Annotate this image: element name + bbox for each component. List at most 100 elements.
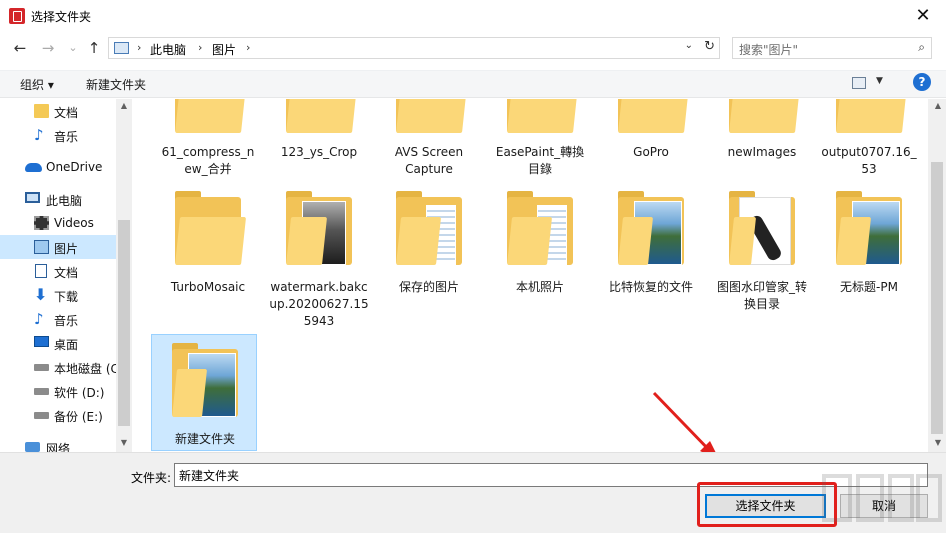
- breadcrumb-separator-icon: ›: [137, 41, 142, 54]
- sidebar-item-label: 本地磁盘 (C: [54, 362, 119, 376]
- sidebar-item-music[interactable]: ♪ 音乐: [0, 123, 116, 147]
- title-bar: 选择文件夹 ✕: [0, 0, 946, 32]
- sidebar-scroll-up-icon[interactable]: ▲: [116, 101, 132, 110]
- sidebar-item-drive-c[interactable]: 本地磁盘 (C: [0, 355, 119, 379]
- sidebar-item-desktop[interactable]: 桌面: [0, 331, 116, 355]
- app-icon: [9, 8, 25, 24]
- folder-tutu-watermark[interactable]: 图图水印管家_转 换目录: [709, 191, 815, 321]
- folder-icon: [725, 191, 799, 267]
- sidebar-item-label: OneDrive: [46, 160, 103, 174]
- folder-icon: [34, 104, 49, 118]
- file-name-line: 比特恢复的文件: [608, 280, 693, 294]
- folder-bit-recovered[interactable]: 比特恢复的文件: [598, 191, 704, 321]
- sidebar-item-drive-e[interactable]: 备份 (E:): [0, 403, 116, 427]
- folder-icon: [503, 99, 579, 135]
- folder-gopro[interactable]: GoPro: [598, 99, 704, 181]
- address-dropdown-icon[interactable]: ⌄: [685, 40, 693, 51]
- folder-icon: [832, 99, 908, 135]
- folder-avs-screen-capture[interactable]: AVS Screen Capture: [376, 99, 482, 181]
- sidebar-item-onedrive[interactable]: OneDrive: [0, 155, 116, 179]
- file-name-line: 换目录: [743, 297, 780, 311]
- sidebar-item-drive-d[interactable]: 软件 (D:): [0, 379, 116, 403]
- folder-icon: [171, 99, 247, 135]
- folder-newimages[interactable]: newImages: [709, 99, 815, 181]
- breadcrumb-this-pc[interactable]: 此电脑: [150, 41, 186, 58]
- sidebar-item-documents[interactable]: 文档: [0, 99, 116, 123]
- search-icon[interactable]: ⌕: [918, 40, 925, 55]
- folder-local-photos[interactable]: 本机照片: [487, 191, 593, 321]
- pictures-location-icon: [114, 42, 129, 54]
- file-name-line: 无标题-PM: [840, 280, 898, 294]
- view-dropdown-icon[interactable]: ▼: [876, 76, 883, 86]
- sidebar-item-pictures[interactable]: 图片: [0, 235, 116, 259]
- view-options-icon[interactable]: [852, 77, 866, 89]
- sidebar-item-label: 图片: [54, 242, 79, 256]
- folder-turbomosaic[interactable]: TurboMosaic: [155, 191, 261, 321]
- file-list-scroll-thumb[interactable]: [931, 162, 943, 434]
- folder-output0707[interactable]: output0707.16_ 53: [816, 99, 922, 181]
- download-icon: ⬇: [34, 285, 48, 304]
- forward-arrow-icon[interactable]: →: [38, 38, 58, 58]
- folder-saved-pictures[interactable]: 保存的图片: [376, 191, 482, 321]
- sidebar-item-documents-2[interactable]: 文档: [0, 259, 116, 283]
- folder-easepaint[interactable]: EasePaint_轉換 目錄: [487, 99, 593, 181]
- folder-icon: [282, 191, 356, 267]
- desktop-icon: [34, 336, 49, 347]
- folder-icon: [171, 191, 247, 267]
- navigation-pane[interactable]: 文档 ♪ 音乐 OneDrive 此电脑 Videos 图片 文档 ⬇ 下载 ♪…: [0, 99, 132, 452]
- sidebar-item-label: 桌面: [54, 338, 79, 352]
- file-list-scroll-down-icon[interactable]: ▼: [930, 438, 946, 447]
- organize-menu-button[interactable]: 组织 ▾: [20, 76, 54, 93]
- sidebar-item-label: Videos: [54, 216, 94, 230]
- file-name-line: 目錄: [527, 162, 552, 176]
- folder-icon: [392, 99, 468, 135]
- folder-icon: [832, 191, 906, 267]
- sidebar-item-label: 软件 (D:): [54, 386, 105, 400]
- file-list[interactable]: 61_compress_n ew_合并 123_ys_Crop AVS Scre…: [133, 99, 928, 452]
- folder-name-label: 文件夹:: [131, 471, 172, 485]
- breadcrumb-separator-icon: ›: [198, 41, 203, 54]
- file-name-line: watermark.bakc: [270, 280, 368, 294]
- back-arrow-icon[interactable]: ←: [10, 38, 30, 58]
- up-arrow-icon[interactable]: ↑: [84, 38, 104, 58]
- sidebar-item-videos[interactable]: Videos: [0, 211, 116, 235]
- file-name-line: 新建文件夹: [174, 432, 235, 446]
- folder-icon: [282, 99, 358, 135]
- recent-locations-chevron-icon[interactable]: ⌄: [63, 38, 83, 58]
- close-button[interactable]: ✕: [908, 4, 938, 28]
- folder-watermark-backup[interactable]: watermark.bakc up.20200627.15 5943: [266, 191, 372, 328]
- file-name-line: TurboMosaic: [170, 280, 246, 294]
- documents-icon: [35, 264, 47, 278]
- search-placeholder: 搜索"图片": [739, 43, 799, 57]
- file-list-scroll-up-icon[interactable]: ▲: [930, 101, 946, 110]
- sidebar-item-label: 网络: [46, 442, 71, 452]
- folder-new-folder[interactable]: 新建文件夹: [151, 334, 257, 451]
- folder-61-compress[interactable]: 61_compress_n ew_合并: [155, 99, 261, 181]
- onedrive-icon: [25, 163, 42, 172]
- sidebar-item-this-pc[interactable]: 此电脑: [0, 187, 116, 211]
- new-folder-button[interactable]: 新建文件夹: [86, 76, 146, 93]
- this-pc-icon: [25, 192, 40, 203]
- file-name-line: 本机照片: [515, 280, 564, 294]
- folder-untitled-pm[interactable]: 无标题-PM: [816, 191, 922, 321]
- file-name-line: ew_合并: [184, 162, 232, 176]
- pictures-icon: [34, 240, 49, 254]
- sidebar-item-downloads[interactable]: ⬇ 下载: [0, 283, 116, 307]
- file-name-line: 5943: [303, 314, 335, 328]
- sidebar-item-label: 音乐: [54, 130, 79, 144]
- help-icon[interactable]: ?: [913, 73, 931, 91]
- sidebar-item-music-2[interactable]: ♪ 音乐: [0, 307, 116, 331]
- refresh-icon[interactable]: ↻: [704, 39, 715, 54]
- sidebar-scroll-down-icon[interactable]: ▼: [116, 438, 132, 447]
- breadcrumb-pictures[interactable]: 图片: [212, 41, 236, 58]
- sidebar-item-network[interactable]: 网络: [0, 435, 116, 452]
- drive-icon: [34, 364, 49, 371]
- file-name-line: 保存的图片: [398, 280, 459, 294]
- file-name-line: Capture: [405, 162, 453, 176]
- folder-123-ys-crop[interactable]: 123_ys_Crop: [266, 99, 372, 181]
- folder-icon: [168, 343, 242, 419]
- address-bar[interactable]: › 此电脑 › 图片 › ⌄ ↻: [108, 37, 720, 59]
- search-input[interactable]: 搜索"图片" ⌕: [732, 37, 932, 59]
- sidebar-item-label: 音乐: [54, 314, 79, 328]
- sidebar-scroll-thumb[interactable]: [118, 220, 130, 426]
